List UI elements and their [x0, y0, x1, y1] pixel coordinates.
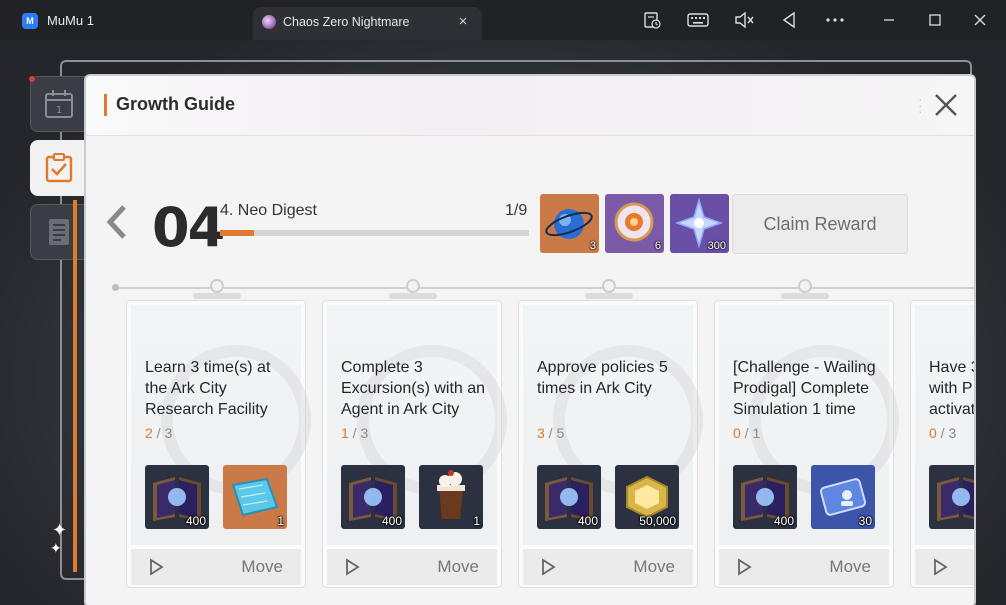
mission-reward-item[interactable]: 400: [537, 465, 601, 529]
claim-reward-button[interactable]: Claim Reward: [732, 194, 908, 254]
notes-tab[interactable]: [30, 204, 86, 260]
rail-dot: [112, 284, 119, 291]
sparkle-icon: ✦: [52, 520, 68, 540]
reward-qty: 300: [707, 240, 726, 252]
svg-text:1: 1: [56, 105, 62, 116]
panel-header: Growth Guide · · ·: [86, 76, 974, 136]
close-panel-icon[interactable]: [933, 92, 959, 118]
reward-item[interactable]: 3: [540, 194, 599, 253]
mission-reward-item[interactable]: 400: [733, 465, 797, 529]
mission-rail: [114, 287, 974, 289]
growth-guide-tab[interactable]: [30, 140, 86, 196]
mission-count: 0 / 1: [733, 425, 761, 441]
play-icon[interactable]: [735, 558, 753, 576]
mission-reward-item[interactable]: 400: [145, 465, 209, 529]
item-qty: 1: [473, 514, 480, 528]
mission-reward-item[interactable]: 50,000: [615, 465, 679, 529]
chapter-number: 04: [152, 196, 225, 259]
sparkle-icon: ✦: [50, 540, 62, 556]
task-icon[interactable]: [639, 8, 665, 32]
mission-count: 3 / 5: [537, 425, 565, 441]
game-viewport: 1 ✦ ✦ Growth Guide · · · 04 4. Neo Digest …: [0, 40, 1006, 605]
mission-card: Learn 3 time(s) at the Ark City Research…: [126, 279, 311, 588]
chapter-progress-bar: [220, 230, 529, 236]
calendar-tab[interactable]: 1: [30, 76, 86, 132]
mission-reward-item[interactable]: 30: [811, 465, 875, 529]
app-name: MuMu 1: [47, 13, 94, 28]
chapter-progress-fill: [220, 230, 254, 236]
accent-stripe: [73, 200, 77, 572]
notebook-icon: [49, 219, 69, 245]
checklist-icon: [45, 153, 73, 183]
item-qty: 400: [381, 514, 402, 528]
minimize-icon[interactable]: [876, 8, 902, 32]
move-button[interactable]: Move: [437, 557, 479, 577]
item-qty: 50,000: [639, 514, 676, 528]
card-clip: [389, 279, 437, 299]
mission-title: Have 3 with P activat: [929, 359, 974, 418]
play-icon[interactable]: [343, 558, 361, 576]
reward-item[interactable]: 300: [670, 194, 729, 253]
mission-title: Learn 3 time(s) at the Ark City Research…: [145, 359, 271, 418]
mission-reward-item[interactable]: 1: [223, 465, 287, 529]
notification-dot: [29, 76, 35, 82]
title-bar: M MuMu 1 Chaos Zero Nightmare ×: [0, 0, 1006, 40]
reward-qty: 3: [589, 240, 596, 252]
mumu-logo-icon: M: [22, 13, 38, 29]
book-icon: [937, 477, 974, 521]
play-icon[interactable]: [539, 558, 557, 576]
item-qty: 400: [577, 514, 598, 528]
mission-title: Complete 3 Excursion(s) with an Agent in…: [341, 359, 486, 418]
card-clip: [193, 279, 241, 299]
mission-count: 1 / 3: [341, 425, 369, 441]
item-qty: 400: [773, 514, 794, 528]
mission-reward-item[interactable]: 4: [929, 465, 974, 529]
chapter-name: 4. Neo Digest: [220, 202, 317, 219]
mute-icon[interactable]: [731, 8, 757, 32]
move-button[interactable]: Move: [241, 557, 283, 577]
mission-reward-item[interactable]: 400: [341, 465, 405, 529]
mission-title: Approve policies 5 times in Ark City: [537, 359, 668, 397]
tab-label: Chaos Zero Nightmare: [283, 15, 410, 29]
maximize-icon[interactable]: [922, 8, 948, 32]
chapter-progress-text: 1/9: [505, 202, 528, 219]
item-qty: 1: [277, 514, 284, 528]
mission-card: Complete 3 Excursion(s) with an Agent in…: [322, 279, 507, 588]
move-button[interactable]: Move: [829, 557, 871, 577]
card-clip: [781, 279, 829, 299]
mission-title: [Challenge - Wailing Prodigal] Complete …: [733, 359, 876, 418]
more-icon[interactable]: [822, 8, 848, 32]
tab-chaos-zero-nightmare[interactable]: Chaos Zero Nightmare ×: [253, 7, 482, 40]
drag-handle-icon: · · ·: [918, 91, 923, 119]
mission-count: 0 / 3: [929, 425, 957, 441]
move-button[interactable]: Move: [633, 557, 675, 577]
item-qty: 400: [185, 514, 206, 528]
reward-item[interactable]: 6: [605, 194, 664, 253]
card-clip: [585, 279, 633, 299]
calendar-icon: 1: [45, 90, 73, 118]
back-icon[interactable]: [776, 8, 802, 32]
close-icon[interactable]: [967, 8, 993, 32]
item-qty: 30: [858, 514, 872, 528]
mission-count: 2 / 3: [145, 425, 173, 441]
prev-chapter-icon[interactable]: [104, 204, 130, 240]
tab-close-icon[interactable]: ×: [454, 13, 472, 31]
game-icon: [262, 15, 276, 29]
mission-card: Approve policies 5 times in Ark City 3 /…: [518, 279, 703, 588]
mission-card: [Challenge - Wailing Prodigal] Complete …: [714, 279, 899, 588]
growth-guide-panel: Growth Guide · · · 04 4. Neo Digest 1/9 3 …: [86, 76, 974, 605]
header-accent: [104, 94, 107, 116]
keyboard-icon[interactable]: [685, 8, 711, 32]
play-icon[interactable]: [931, 558, 949, 576]
page-title: Growth Guide: [116, 94, 235, 114]
mission-reward-item[interactable]: 1: [419, 465, 483, 529]
mission-card: Have 3 with P activat 0 / 3 4: [910, 300, 974, 588]
reward-qty: 6: [654, 240, 661, 252]
play-icon[interactable]: [147, 558, 165, 576]
